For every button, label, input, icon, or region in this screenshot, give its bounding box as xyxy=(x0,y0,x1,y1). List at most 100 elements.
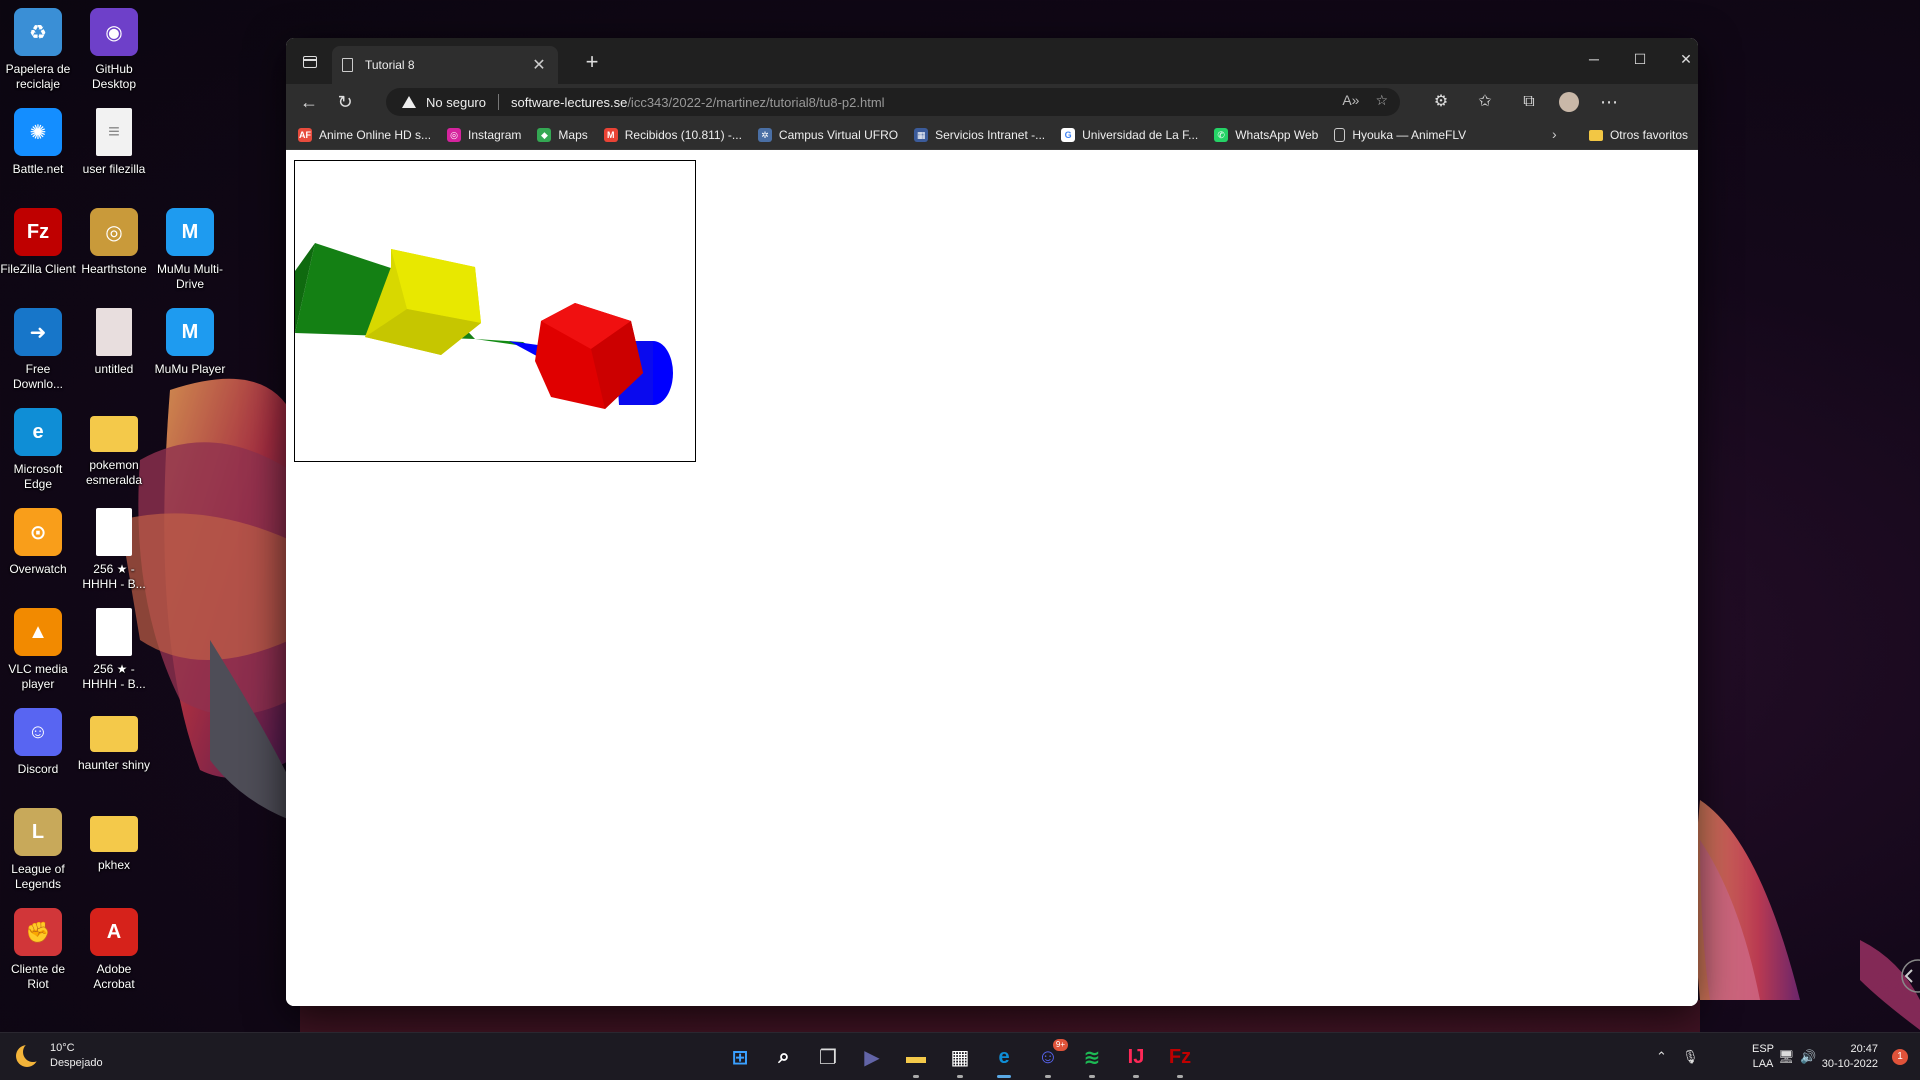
start-button[interactable]: ⊞ xyxy=(724,1041,756,1073)
more-menu-icon[interactable]: ⋯ xyxy=(1596,90,1622,114)
desktop-icon[interactable]: ☺ Discord xyxy=(0,708,76,777)
store-icon: ▦ xyxy=(950,1046,970,1069)
clock[interactable]: 20:47 30-10-2022 xyxy=(1822,1042,1878,1072)
spotify-taskbar-button[interactable]: ≋ xyxy=(1076,1041,1108,1078)
desktop-icon[interactable]: ▲ VLC media player xyxy=(0,608,76,692)
filezilla-taskbar-button[interactable]: Fz xyxy=(1164,1041,1196,1078)
notification-badge[interactable]: 1 xyxy=(1892,1049,1908,1065)
folder-icon xyxy=(1588,129,1603,141)
desktop-icon[interactable]: untitled xyxy=(76,308,152,377)
desktop-icon[interactable]: A Adobe Acrobat xyxy=(76,908,152,992)
desktop-icon-label: pokemon esmeralda xyxy=(85,458,143,487)
gmail-icon: M xyxy=(603,127,618,142)
bookmark-item[interactable]: ✲ Campus Virtual UFRO xyxy=(757,127,898,142)
teams-icon: ▶ xyxy=(864,1046,880,1069)
address-bar[interactable]: No seguro software-lectures.se/icc343/20… xyxy=(386,88,1400,116)
weather-widget[interactable]: 10°C Despejado xyxy=(16,1041,103,1071)
bookmark-item[interactable]: ◆ Maps xyxy=(537,127,588,142)
desktop-icon[interactable]: ✺ Battle.net xyxy=(0,108,76,177)
desktop-icon-label: FileZilla Client xyxy=(0,262,76,276)
blank-file-icon xyxy=(96,308,132,356)
desktop-icon[interactable]: ♻ Papelera de reciclaje xyxy=(0,8,76,92)
desktop-icon[interactable]: M MuMu Player xyxy=(152,308,228,377)
bookmark-label: Recibidos (10.811) -... xyxy=(624,127,742,142)
maximize-button[interactable]: ☐ xyxy=(1628,48,1652,70)
language-indicator[interactable]: ESP LAA xyxy=(1752,1042,1774,1072)
desktop-icon[interactable]: L League of Legends xyxy=(0,808,76,892)
page-icon xyxy=(1334,127,1346,142)
bookmark-item[interactable]: ▦ Servicios Intranet -... xyxy=(914,127,1045,142)
webgl-canvas[interactable] xyxy=(294,160,696,462)
desktop-icon[interactable]: 256 ★ - HHHH - B... xyxy=(76,608,152,692)
tab-close-icon[interactable]: ✕ xyxy=(530,55,548,75)
new-tab-button[interactable]: + xyxy=(580,50,604,74)
lang-line2: LAA xyxy=(1752,1058,1774,1070)
tab-tutorial-8[interactable]: Tutorial 8 ✕ xyxy=(332,46,558,84)
back-button[interactable]: ← xyxy=(296,90,322,114)
other-favorites[interactable]: Otros favoritos xyxy=(1588,128,1688,142)
mumu-player-icon: M xyxy=(166,308,214,356)
desktop-icon[interactable]: pkhex xyxy=(76,808,152,873)
file-explorer-button[interactable]: ▬ xyxy=(900,1041,932,1078)
desktop-icon[interactable]: 256 ★ - HHHH - B... xyxy=(76,508,152,592)
blank-file-icon xyxy=(96,608,132,656)
desktop-icon-label: MuMu Multi-Drive xyxy=(156,262,223,291)
intellij-taskbar-button[interactable]: IJ xyxy=(1120,1041,1152,1078)
page-content xyxy=(286,150,1698,1006)
bookmark-item[interactable]: M Recibidos (10.811) -... xyxy=(603,127,742,142)
desktop-icon[interactable]: ⊙ Overwatch xyxy=(0,508,76,577)
campus-icon: ✲ xyxy=(757,127,772,142)
desktop-icon[interactable]: ≡ user filezilla xyxy=(76,108,152,177)
filezilla-icon: Fz xyxy=(1168,1045,1192,1068)
close-window-button[interactable]: ✕ xyxy=(1674,48,1698,70)
tab-actions-icon xyxy=(303,56,317,68)
moon-icon xyxy=(16,1042,43,1067)
edge-taskbar-button[interactable]: e xyxy=(988,1041,1020,1078)
desktop-icon-label: 256 ★ - HHHH - B... xyxy=(82,562,146,591)
intellij-icon: IJ xyxy=(1127,1045,1145,1068)
read-aloud-icon[interactable]: A» xyxy=(1342,92,1359,109)
clock-date: 30-10-2022 xyxy=(1821,1058,1878,1070)
extensions-icon[interactable]: ⚙ xyxy=(1428,90,1454,114)
google-icon: G xyxy=(1061,127,1076,142)
desktop-icon[interactable]: ➜ Free Downlo... xyxy=(0,308,76,392)
refresh-button[interactable]: ↻ xyxy=(332,90,358,114)
discord-taskbar-button[interactable]: ☺ 9+ xyxy=(1032,1039,1068,1078)
favorites-icon[interactable]: ✩ xyxy=(1472,90,1498,114)
running-indicator xyxy=(1045,1075,1051,1078)
add-favorite-icon[interactable]: ☆ xyxy=(1375,92,1388,109)
desktop-icon[interactable]: M MuMu Multi-Drive xyxy=(152,208,228,292)
filezilla-icon: Fz xyxy=(14,208,62,256)
network-icon[interactable]: 🖥 xyxy=(1778,1049,1795,1065)
microphone-icon[interactable]: 🎙 xyxy=(1682,1049,1699,1065)
search-button[interactable]: ⌕ xyxy=(768,1041,800,1073)
bookmarks-overflow-icon[interactable]: › xyxy=(1552,126,1557,142)
league-icon: L xyxy=(14,808,62,856)
security-label[interactable]: No seguro xyxy=(426,95,486,110)
desktop-icon[interactable]: Fz FileZilla Client xyxy=(0,208,76,277)
bookmark-item[interactable]: ◎ Instagram xyxy=(447,127,521,142)
tab-actions-button[interactable] xyxy=(298,50,322,74)
task-view-button[interactable]: ❐ xyxy=(812,1041,844,1073)
desktop-icon[interactable]: haunter shiny xyxy=(76,708,152,773)
bookmark-item[interactable]: ✆ WhatsApp Web xyxy=(1214,127,1318,142)
collections-icon[interactable]: ⧉ xyxy=(1516,90,1542,114)
discord-icon: ☺ xyxy=(14,708,62,756)
desktop-icon[interactable]: ◎ Hearthstone xyxy=(76,208,152,277)
show-hidden-icons-icon[interactable]: ⌃ xyxy=(1656,1049,1667,1065)
profile-avatar[interactable] xyxy=(1556,90,1582,114)
desktop-icon-label: League of Legends xyxy=(11,862,65,891)
address-actions: A» ☆ xyxy=(1342,92,1388,109)
desktop-icon[interactable]: e Microsoft Edge xyxy=(0,408,76,492)
desktop-icon[interactable]: ◉ GitHub Desktop xyxy=(76,8,152,92)
minimize-button[interactable]: ─ xyxy=(1582,48,1606,70)
teams-chat-button[interactable]: ▶ xyxy=(856,1041,888,1073)
microsoft-store-button[interactable]: ▦ xyxy=(944,1041,976,1078)
bookmark-item[interactable]: G Universidad de La F... xyxy=(1061,127,1198,142)
desktop-icon[interactable]: ✊ Cliente de Riot xyxy=(0,908,76,992)
bookmark-item[interactable]: Hyouka — AnimeFLV xyxy=(1334,127,1466,142)
bookmark-item[interactable]: AF Anime Online HD s... xyxy=(298,127,431,142)
volume-icon[interactable]: 🔊 xyxy=(1800,1049,1816,1065)
desktop-icon[interactable]: pokemon esmeralda xyxy=(76,408,152,488)
vlc-icon: ▲ xyxy=(14,608,62,656)
